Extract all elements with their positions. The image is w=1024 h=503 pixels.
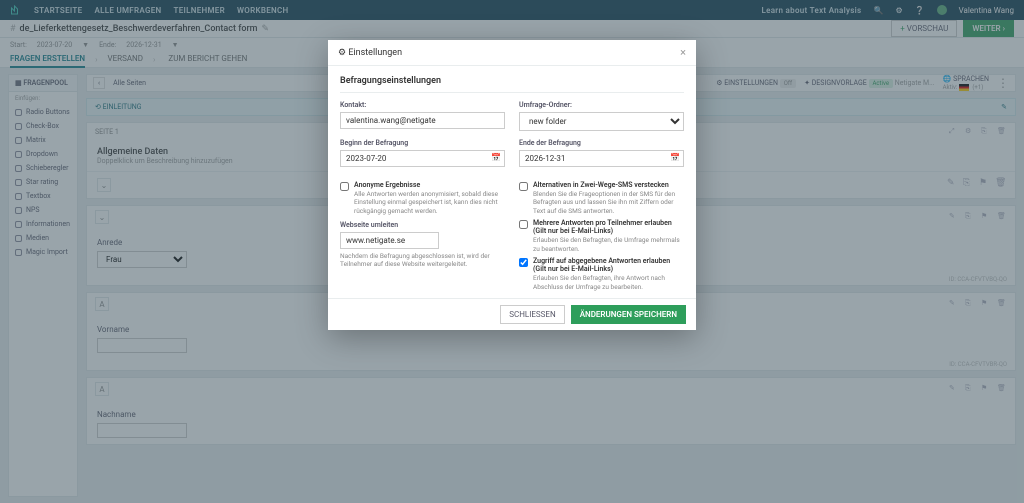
kontakt-input[interactable] bbox=[340, 112, 505, 129]
multi-title: Mehrere Antworten pro Teilnehmer erlaube… bbox=[533, 219, 684, 235]
modal-overlay: ⚙ Einstellungen × Befragungseinstellunge… bbox=[0, 0, 1024, 503]
ordner-select[interactable]: new folder bbox=[519, 112, 684, 131]
web-input[interactable] bbox=[340, 232, 439, 249]
ordner-label: Umfrage-Ordner: bbox=[519, 101, 684, 109]
sms-title: Alternativen in Zwei-Wege-SMS verstecken bbox=[533, 181, 684, 189]
anon-desc: Alle Antworten werden anonymisiert, soba… bbox=[354, 190, 505, 215]
save-button[interactable]: ÄNDERUNGEN SPEICHERN bbox=[571, 305, 686, 324]
gear-icon: ⚙ bbox=[338, 48, 346, 58]
beginn-label: Beginn der Befragung bbox=[340, 139, 505, 147]
access-title: Zugriff auf abgegebene Antworten erlaube… bbox=[533, 257, 684, 273]
close-icon[interactable]: × bbox=[680, 46, 686, 59]
section-survey-settings: Befragungseinstellungen bbox=[340, 76, 684, 86]
beginn-input[interactable] bbox=[340, 150, 505, 167]
kontakt-label: Kontakt: bbox=[340, 101, 505, 109]
modal-title: Einstellungen bbox=[348, 48, 402, 58]
web-label: Webseite umleiten bbox=[340, 221, 505, 229]
sms-desc: Blenden Sie die Frageoptionen in der SMS… bbox=[533, 190, 684, 215]
multi-checkbox[interactable] bbox=[519, 220, 528, 229]
anon-title: Anonyme Ergebnisse bbox=[354, 181, 505, 189]
access-desc: Erlauben Sie den Befragten, ihre Antwort… bbox=[533, 274, 684, 291]
multi-desc: Erlauben Sie den Befragten, die Umfrage … bbox=[533, 236, 684, 253]
settings-modal: ⚙ Einstellungen × Befragungseinstellunge… bbox=[328, 40, 696, 330]
calendar-icon-2[interactable]: 📅 bbox=[670, 153, 680, 162]
close-button[interactable]: SCHLIESSEN bbox=[500, 305, 564, 324]
anon-checkbox[interactable] bbox=[340, 182, 349, 191]
ende-label: Ende der Befragung bbox=[519, 139, 684, 147]
web-desc: Nachdem die Befragung abgeschlossen ist,… bbox=[340, 252, 505, 268]
ende-input[interactable] bbox=[519, 150, 684, 167]
access-checkbox[interactable] bbox=[519, 258, 528, 267]
sms-checkbox[interactable] bbox=[519, 182, 528, 191]
calendar-icon[interactable]: 📅 bbox=[491, 153, 501, 162]
